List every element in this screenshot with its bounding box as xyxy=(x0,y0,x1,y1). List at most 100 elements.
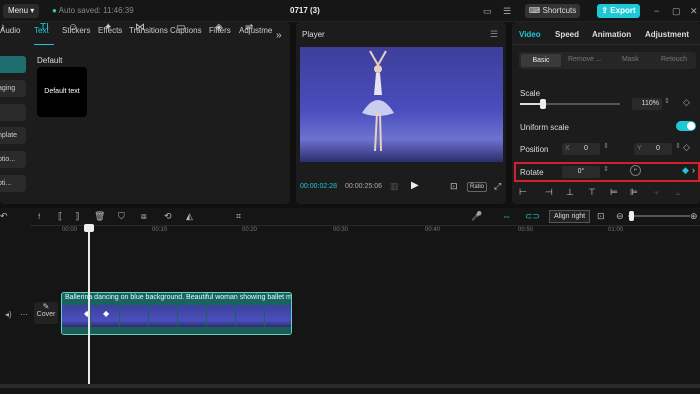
preview-icon[interactable]: ⊡ xyxy=(597,211,605,222)
playhead-handle[interactable] xyxy=(84,224,94,232)
align-option-icon[interactable]: ⊥ xyxy=(566,187,574,198)
rotate-label: Rotate xyxy=(520,168,544,177)
minimize-icon[interactable]: − xyxy=(654,6,659,16)
position-x-input[interactable]: X0 xyxy=(562,143,600,155)
tab-adjustment[interactable]: Adjustment xyxy=(645,30,689,39)
export-button[interactable]: ⇪ Export xyxy=(597,4,640,18)
monitor-icon[interactable]: ▭ xyxy=(483,6,492,17)
ruler-tick-label: 00:40 xyxy=(425,227,441,233)
keyframe-icon[interactable]: ◆ xyxy=(103,309,109,318)
sidebar-category-item[interactable]: ptio... xyxy=(0,151,26,168)
more-tabs-icon[interactable]: » xyxy=(276,30,282,41)
scale-stepper-icon[interactable]: ⇕ xyxy=(664,97,670,105)
y-stepper-icon[interactable]: ⇕ xyxy=(675,142,681,150)
tab-captions[interactable]: Captions xyxy=(170,26,202,35)
layout-icon[interactable]: ☰ xyxy=(503,6,511,17)
keyboard-icon: ⌨ xyxy=(528,6,541,15)
autosave-status: ● Auto saved: 11:46:39 xyxy=(52,6,134,15)
tab-animation[interactable]: Animation xyxy=(592,30,631,39)
rotate-input[interactable]: 0° xyxy=(562,166,600,178)
divider xyxy=(512,44,700,45)
shield-icon[interactable]: ⛉ xyxy=(118,211,125,222)
sidebar-category-item[interactable]: aging xyxy=(0,80,26,97)
position-keyframe-icon[interactable]: ◇ xyxy=(683,142,690,153)
track-more-icon[interactable]: ⋯ xyxy=(20,310,28,319)
zoom-slider[interactable] xyxy=(628,215,690,217)
tab-speed[interactable]: Speed xyxy=(555,30,579,39)
subtab-mask[interactable]: Mask xyxy=(622,56,639,63)
rotate-keyframe-icon[interactable]: ◆ xyxy=(682,165,689,176)
playhead[interactable] xyxy=(88,226,90,384)
chevron-right-icon[interactable]: › xyxy=(692,165,695,175)
filmstrip-icon[interactable]: ▥ xyxy=(390,181,399,192)
tab-stickers[interactable]: Stickers xyxy=(62,26,90,35)
x-stepper-icon[interactable]: ⇕ xyxy=(603,142,609,150)
maximize-icon[interactable]: ▢ xyxy=(672,6,681,17)
rotate-stepper-icon[interactable]: ⇕ xyxy=(603,165,609,173)
fullscreen-icon[interactable]: ⤢ xyxy=(494,181,501,192)
link-icon[interactable]: ⇔ xyxy=(502,211,511,221)
menu-button[interactable]: Menu ▾ xyxy=(3,4,40,18)
subtab-remove[interactable]: Remove ... xyxy=(568,56,602,63)
autosave-text: Auto saved: 11:46:39 xyxy=(58,6,134,15)
edit-icon: ✎ xyxy=(42,302,50,311)
align-option-icon[interactable]: ⫟ xyxy=(654,187,659,198)
delete-icon[interactable]: 🗑 xyxy=(94,211,105,222)
close-icon[interactable]: ✕ xyxy=(690,6,698,17)
track-audio-icon[interactable]: ◂) xyxy=(5,310,12,319)
tab-audio[interactable]: Audio xyxy=(0,26,20,35)
split-right-icon[interactable]: ⟧ xyxy=(75,211,79,222)
rotate-dial[interactable]: ⌐ xyxy=(630,165,641,176)
timeline-scrollbar[interactable] xyxy=(0,384,700,388)
zoom-in-icon[interactable]: ⊕ xyxy=(690,211,698,222)
ruler-tick-label: 01:00 xyxy=(608,227,624,233)
tab-text[interactable]: Text xyxy=(34,26,49,35)
play-icon[interactable]: ▶ xyxy=(411,180,419,191)
scale-input[interactable]: 110% xyxy=(632,98,662,110)
sidebar-category-item[interactable] xyxy=(0,104,26,121)
undo-icon[interactable]: ↶ xyxy=(0,211,8,222)
zoom-slider-handle[interactable] xyxy=(629,211,634,221)
split-icon[interactable]: ⟊ xyxy=(38,211,40,222)
player-menu-icon[interactable]: ☰ xyxy=(490,29,498,40)
subtab-retouch[interactable]: Retouch xyxy=(661,56,687,63)
video-clip[interactable]: Ballerina dancing on blue background. Be… xyxy=(61,292,292,335)
magnet-icon[interactable]: ⊂⊃ xyxy=(525,211,540,222)
default-text-card[interactable]: Default text xyxy=(37,67,87,117)
sidebar-category-item[interactable]: nplate xyxy=(0,127,26,144)
scale-slider-handle[interactable] xyxy=(540,99,546,109)
shortcuts-button[interactable]: ⌨ Shortcuts xyxy=(525,4,580,18)
export-icon: ⇪ xyxy=(601,6,609,15)
uniform-scale-toggle[interactable] xyxy=(676,121,696,131)
scale-keyframe-icon[interactable]: ◇ xyxy=(683,97,690,108)
tab-transitions[interactable]: Transitions xyxy=(129,26,168,35)
sidebar-category-item[interactable]: pti... xyxy=(0,175,26,192)
tab-video[interactable]: Video xyxy=(519,30,541,39)
split-left-icon[interactable]: ⟦ xyxy=(58,211,62,222)
align-option-icon[interactable]: ⫠ xyxy=(675,187,680,198)
align-option-icon[interactable]: ⊨ xyxy=(610,187,618,198)
align-option-icon[interactable]: ⊫ xyxy=(630,187,638,198)
tab-effects[interactable]: Effects xyxy=(98,26,122,35)
tab-filters[interactable]: Filters xyxy=(209,26,231,35)
ruler-tick-label: 00:10 xyxy=(152,227,168,233)
align-option-icon[interactable]: ⊤ xyxy=(588,187,596,198)
mic-icon[interactable]: 🎤 xyxy=(471,211,482,222)
zoom-out-icon[interactable]: ⊖ xyxy=(616,211,624,222)
menu-label: Menu xyxy=(8,6,29,15)
crop-icon[interactable]: ⊡ xyxy=(450,181,458,192)
uniform-scale-label: Uniform scale xyxy=(520,123,569,132)
position-y-input[interactable]: Y0 xyxy=(634,143,672,155)
cover-button[interactable]: ✎ Cover xyxy=(34,302,58,324)
crop-icon[interactable]: ⌗ xyxy=(236,211,241,222)
subtab-basic[interactable]: Basic xyxy=(521,54,561,67)
align-option-icon[interactable]: ⊣ xyxy=(545,187,553,198)
mirror-icon[interactable]: ◭ xyxy=(186,211,193,222)
ratio-button[interactable]: Ratio xyxy=(467,182,488,192)
align-option-icon[interactable]: ⊢ xyxy=(519,187,527,198)
sidebar-category-item[interactable]: t xyxy=(0,56,26,73)
tab-adjustme[interactable]: Adjustme xyxy=(239,26,272,35)
reverse-icon[interactable]: ⟲ xyxy=(164,211,172,222)
freeze-icon[interactable]: ⧈ xyxy=(141,211,147,222)
cover-label: Cover xyxy=(36,311,56,318)
